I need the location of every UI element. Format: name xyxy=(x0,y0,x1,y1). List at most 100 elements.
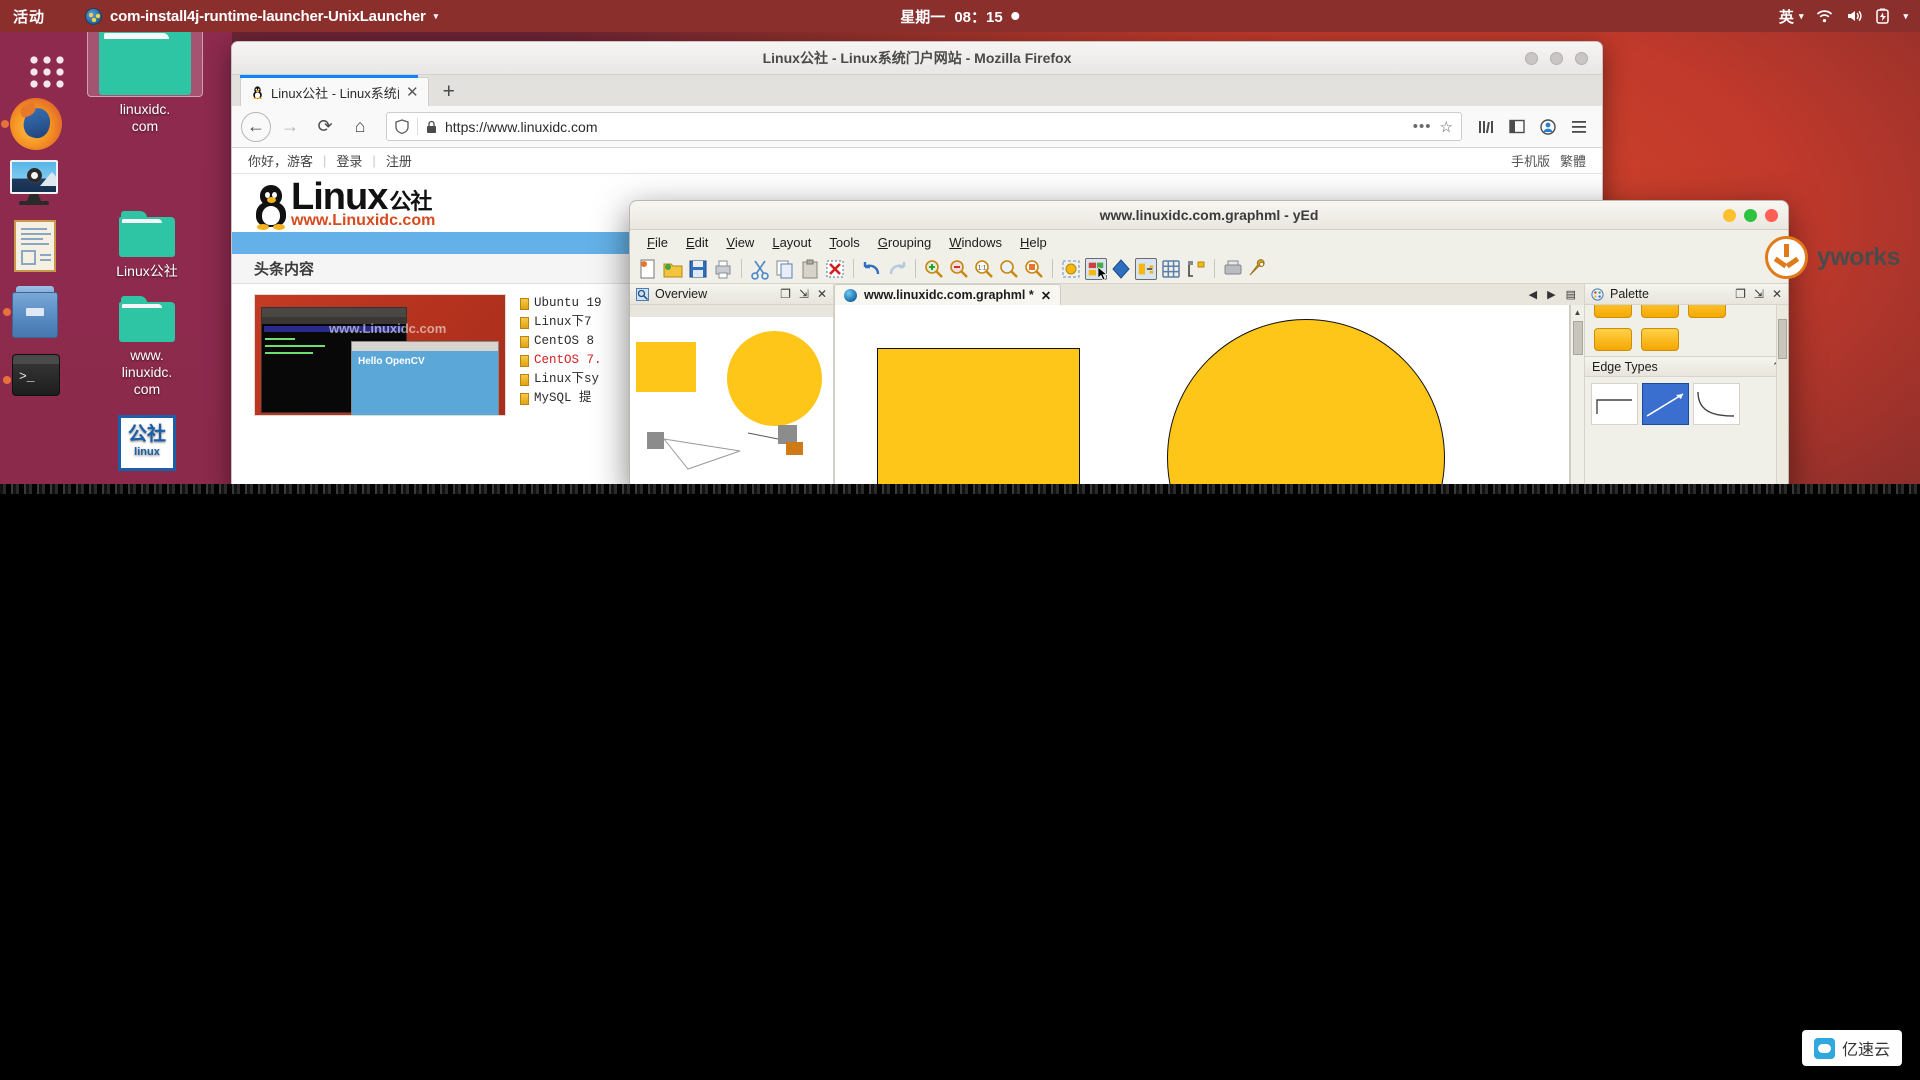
news-list-item[interactable]: Linux下7 xyxy=(520,313,602,332)
label-placement-icon[interactable] xyxy=(1135,257,1157,280)
close-button[interactable] xyxy=(1575,51,1588,65)
news-list-item[interactable]: MySQL 提 xyxy=(520,389,602,408)
graph-rect-node[interactable] xyxy=(877,348,1080,492)
news-list-item[interactable]: Ubuntu 19 xyxy=(520,294,602,313)
tab-next-button[interactable]: ▶ xyxy=(1547,288,1555,301)
menu-view[interactable]: View xyxy=(717,233,763,252)
library-icon[interactable] xyxy=(1472,111,1500,143)
url-bar[interactable]: https://www.linuxidc.com ••• ☆ xyxy=(386,112,1462,141)
clock-menu[interactable]: 星期一 08：15 xyxy=(900,6,1020,27)
grid-icon[interactable] xyxy=(1160,258,1182,280)
overview-pin-button[interactable]: ⇲ xyxy=(799,287,809,301)
dock-item-text-editor[interactable] xyxy=(14,220,66,272)
palette-shape-item[interactable] xyxy=(1594,305,1632,318)
desktop-icon-linuxidc-com[interactable]: linuxidc. com xyxy=(87,17,203,135)
account-icon[interactable] xyxy=(1534,111,1562,143)
headline-thumbnail[interactable]: Hello OpenCV www.Linuxidc.com xyxy=(254,294,506,416)
desktop-icon-linuxidc-logo[interactable]: 公社 linux xyxy=(95,415,199,471)
redo-icon[interactable] xyxy=(886,258,908,280)
wifi-icon[interactable] xyxy=(1816,9,1833,23)
battery-icon[interactable] xyxy=(1876,8,1890,24)
desktop-icon-linux-gongshe[interactable]: Linux公社 xyxy=(95,211,199,280)
print-icon[interactable] xyxy=(712,258,734,280)
scrollbar-thumb[interactable] xyxy=(1573,321,1583,355)
menu-help[interactable]: Help xyxy=(1011,233,1056,252)
chevron-down-icon[interactable]: ▾ xyxy=(1799,11,1804,22)
activities-button[interactable]: 活动 xyxy=(13,6,45,27)
minimize-button[interactable] xyxy=(1525,51,1538,65)
chevron-down-icon[interactable]: ▾ xyxy=(434,11,439,22)
firefox-new-tab-button[interactable]: + xyxy=(429,77,469,106)
graph-circle-node[interactable] xyxy=(1167,319,1445,492)
traditional-chinese-link[interactable]: 繁體 xyxy=(1560,151,1586,170)
tab-list-button[interactable]: ▤ xyxy=(1566,288,1576,301)
maximize-button[interactable] xyxy=(1744,208,1757,222)
news-list-item[interactable]: Linux下sy xyxy=(520,370,602,389)
mobile-version-link[interactable]: 手机版 xyxy=(1511,151,1550,170)
zoom-area-icon[interactable] xyxy=(998,258,1020,280)
scrollbar-thumb[interactable] xyxy=(1778,319,1787,359)
login-link[interactable]: 登录 xyxy=(336,151,362,170)
menu-file[interactable]: FFileile xyxy=(638,233,677,252)
back-button[interactable]: ← xyxy=(241,111,271,142)
chevron-down-icon[interactable]: ▾ xyxy=(1903,11,1908,22)
palette-vertical-scrollbar[interactable] xyxy=(1776,305,1788,492)
edge-type-orthogonal[interactable] xyxy=(1591,383,1638,425)
firefox-tab-close-icon[interactable]: ✕ xyxy=(406,83,419,101)
forward-button[interactable]: → xyxy=(274,111,306,143)
palette-close-button[interactable]: ✕ xyxy=(1772,287,1782,301)
palette-float-button[interactable]: ❐ xyxy=(1735,287,1746,301)
snap-to-grid-icon[interactable] xyxy=(1060,258,1082,280)
canvas-vertical-scrollbar[interactable]: ▲ xyxy=(1570,305,1584,492)
input-method-indicator[interactable]: 英 ▾ xyxy=(1779,6,1804,27)
graph-canvas[interactable] xyxy=(834,305,1570,492)
settings-icon[interactable] xyxy=(1247,258,1269,280)
overview-close-button[interactable]: ✕ xyxy=(817,287,827,301)
palette-pin-button[interactable]: ⇲ xyxy=(1754,287,1764,301)
edge-type-curved[interactable] xyxy=(1693,383,1740,425)
overview-canvas[interactable] xyxy=(630,305,833,492)
zoom-100-icon[interactable]: 1:1 xyxy=(973,258,995,280)
bookmark-star-icon[interactable]: ☆ xyxy=(1440,118,1453,136)
edge-type-straight-selected[interactable] xyxy=(1642,383,1689,425)
active-app-menu[interactable]: com-install4j-runtime-launcher-UnixLaunc… xyxy=(85,7,439,25)
news-list-item[interactable]: CentOS 8 xyxy=(520,332,602,351)
linuxidc-site-logo[interactable]: Linux 公社 www.Linuxidc.com xyxy=(254,178,435,230)
node-layout-icon[interactable] xyxy=(1085,257,1108,280)
sidebar-icon[interactable] xyxy=(1503,111,1531,143)
dock-item-terminal[interactable]: >_ xyxy=(3,354,64,406)
reload-button[interactable]: ⟳ xyxy=(309,111,341,143)
scroll-up-arrow[interactable]: ▲ xyxy=(1571,305,1584,319)
document-tab-close-icon[interactable]: ✕ xyxy=(1041,288,1051,303)
node-label-icon[interactable] xyxy=(1185,258,1207,280)
menu-windows[interactable]: Windows xyxy=(940,233,1011,252)
menu-edit[interactable]: Edit xyxy=(677,233,717,252)
delete-icon[interactable] xyxy=(824,258,846,280)
shield-icon[interactable] xyxy=(395,119,409,134)
close-button[interactable] xyxy=(1765,208,1778,222)
page-actions-icon[interactable]: ••• xyxy=(1413,118,1432,135)
volume-icon[interactable] xyxy=(1846,9,1863,23)
copy-icon[interactable] xyxy=(774,258,796,280)
overview-float-button[interactable]: ❐ xyxy=(780,287,791,301)
undo-icon[interactable] xyxy=(861,258,883,280)
printer-preview-icon[interactable] xyxy=(1222,258,1244,280)
save-icon[interactable] xyxy=(687,258,709,280)
home-button[interactable]: ⌂ xyxy=(344,111,376,143)
dock-item-show-applications[interactable] xyxy=(10,42,64,94)
document-tab-active[interactable]: www.linuxidc.com.graphml * ✕ xyxy=(834,284,1062,305)
menu-tools[interactable]: Tools xyxy=(820,233,868,252)
system-tray[interactable]: 英 ▾ ▾ xyxy=(1779,6,1908,27)
maximize-button[interactable] xyxy=(1550,51,1563,65)
yed-window[interactable]: www.linuxidc.com.graphml - yEd FFileile … xyxy=(629,200,1789,492)
orthogonal-edges-icon[interactable] xyxy=(1110,258,1132,280)
new-document-icon[interactable] xyxy=(637,258,659,280)
minimize-button[interactable] xyxy=(1723,208,1736,222)
palette-shape-item[interactable] xyxy=(1641,305,1679,318)
paste-icon[interactable] xyxy=(799,258,821,280)
menu-grouping[interactable]: Grouping xyxy=(869,233,941,252)
news-list-item-highlighted[interactable]: CentOS 7. xyxy=(520,351,602,370)
open-folder-icon[interactable] xyxy=(662,258,684,280)
palette-section-edge-types[interactable]: Edge Types ⌃ xyxy=(1585,356,1788,377)
yed-titlebar[interactable]: www.linuxidc.com.graphml - yEd xyxy=(630,201,1788,230)
